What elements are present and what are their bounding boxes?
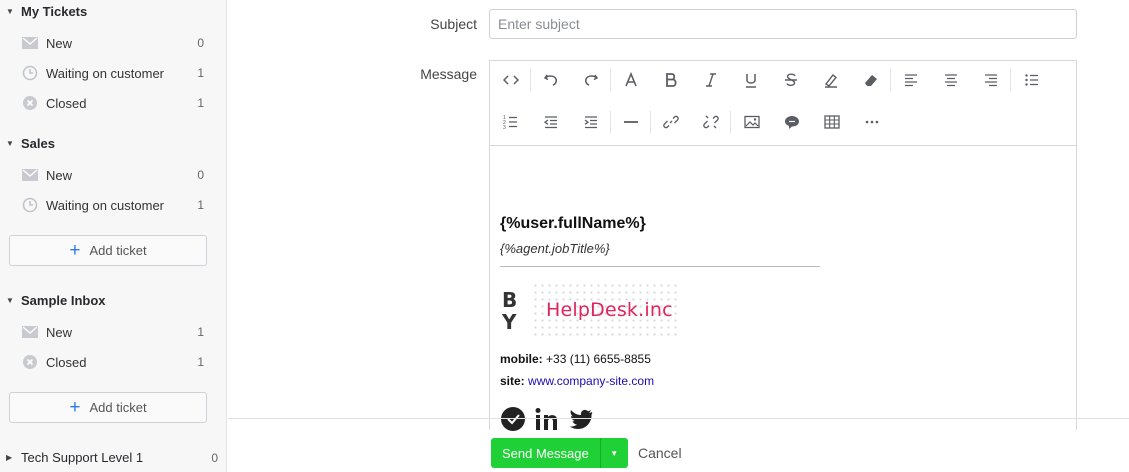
signature-job-title: {%agent.jobTitle%}: [500, 241, 610, 256]
table-icon[interactable]: [819, 109, 845, 135]
plus-icon: +: [69, 397, 81, 418]
toolbar-divider: [610, 111, 611, 133]
signature-site: site: www.company-site.com: [500, 374, 655, 388]
align-left-icon[interactable]: [898, 67, 924, 93]
toolbar-divider: [530, 69, 531, 91]
subject-input[interactable]: [489, 9, 1077, 39]
signature-name: {%user.fullName%}: [500, 215, 646, 232]
item-count: 1: [197, 355, 204, 369]
group-sample-inbox[interactable]: ▼ Sample Inbox: [6, 293, 106, 308]
clock-icon: [22, 197, 38, 213]
twitter-icon[interactable]: [568, 406, 594, 437]
item-count: 1: [197, 198, 204, 212]
toolbar-divider: [650, 111, 651, 133]
more-icon[interactable]: [859, 109, 885, 135]
item-count: 1: [197, 66, 204, 80]
code-view-icon[interactable]: [498, 67, 524, 93]
sidebar-item-my-new[interactable]: New 0: [22, 33, 212, 53]
send-message-button[interactable]: Send Message ▼: [491, 438, 628, 468]
sidebar-item-sales-new[interactable]: New 0: [22, 165, 212, 185]
message-label: Message: [420, 66, 477, 82]
align-right-icon[interactable]: [978, 67, 1004, 93]
item-count: 0: [197, 168, 204, 182]
caret-right-icon: ▶: [6, 453, 13, 462]
group-tech-support[interactable]: ▶ Tech Support Level 1 0: [6, 450, 218, 465]
highlight-icon[interactable]: [818, 67, 844, 93]
link-icon[interactable]: [658, 109, 684, 135]
footer-divider: [228, 418, 1129, 419]
cancel-button[interactable]: Cancel: [638, 445, 682, 461]
logo-by-mark: BY: [502, 288, 518, 334]
strikethrough-icon[interactable]: [778, 67, 804, 93]
caret-down-icon: ▼: [6, 7, 14, 16]
editor-toolbar: 123: [490, 61, 1076, 146]
logo-text: HelpDesk.inc: [546, 299, 673, 321]
italic-icon[interactable]: [698, 67, 724, 93]
sidebar-item-inbox-new[interactable]: New 1: [22, 322, 212, 342]
envelope-icon: [22, 35, 38, 51]
item-count: 0: [197, 36, 204, 50]
chat-icon[interactable]: [500, 406, 526, 437]
toolbar-divider: [890, 69, 891, 91]
outdent-icon[interactable]: [538, 109, 564, 135]
group-my-tickets[interactable]: ▼ My Tickets: [6, 4, 87, 19]
sidebar: ▼ My Tickets New 0 Waiting on customer 1…: [0, 0, 227, 472]
sidebar-item-sales-waiting[interactable]: Waiting on customer 1: [22, 195, 212, 215]
site-link[interactable]: www.company-site.com: [528, 374, 654, 388]
horizontal-rule-icon[interactable]: [618, 109, 644, 135]
svg-text:3: 3: [503, 125, 506, 130]
signature-mobile: mobile: +33 (11) 6655-8855: [500, 352, 651, 366]
item-count: 0: [211, 450, 218, 465]
toolbar-divider: [730, 111, 731, 133]
subject-label: Subject: [430, 16, 477, 32]
bullet-list-icon[interactable]: [1019, 67, 1045, 93]
envelope-icon: [22, 167, 38, 183]
message-editor[interactable]: 123 {%user.fullName%} {%agent.jobTitle%}…: [489, 60, 1077, 431]
numbered-list-icon[interactable]: 123: [498, 109, 524, 135]
group-sales[interactable]: ▼ Sales: [6, 136, 55, 151]
plus-icon: +: [69, 240, 81, 261]
main-content: Subject Message 123: [228, 0, 1129, 472]
social-icons: [500, 406, 594, 437]
linkedin-icon[interactable]: [534, 406, 560, 437]
caret-down-icon: ▼: [6, 139, 14, 148]
bold-icon[interactable]: [658, 67, 684, 93]
eraser-icon[interactable]: [858, 67, 884, 93]
item-count: 1: [197, 325, 204, 339]
align-center-icon[interactable]: [938, 67, 964, 93]
image-icon[interactable]: [739, 109, 765, 135]
font-color-icon[interactable]: [618, 67, 644, 93]
signature-divider: [500, 266, 820, 267]
envelope-icon: [22, 324, 38, 340]
item-count: 1: [197, 96, 204, 110]
add-ticket-button-sales[interactable]: + Add ticket: [9, 235, 207, 266]
closed-icon: [22, 95, 38, 111]
caret-down-icon[interactable]: ▼: [599, 438, 628, 468]
sidebar-item-my-waiting[interactable]: Waiting on customer 1: [22, 63, 212, 83]
add-ticket-button-inbox[interactable]: + Add ticket: [9, 392, 207, 423]
unlink-icon[interactable]: [698, 109, 724, 135]
sidebar-item-inbox-closed[interactable]: Closed 1: [22, 352, 212, 372]
sidebar-item-my-closed[interactable]: Closed 1: [22, 93, 212, 113]
clock-icon: [22, 65, 38, 81]
toolbar-divider: [1010, 69, 1011, 91]
closed-icon: [22, 354, 38, 370]
comment-icon[interactable]: [779, 109, 805, 135]
caret-down-icon: ▼: [6, 296, 14, 305]
indent-icon[interactable]: [578, 109, 604, 135]
underline-icon[interactable]: [738, 67, 764, 93]
undo-icon[interactable]: [538, 67, 564, 93]
redo-icon[interactable]: [578, 67, 604, 93]
toolbar-divider: [610, 69, 611, 91]
